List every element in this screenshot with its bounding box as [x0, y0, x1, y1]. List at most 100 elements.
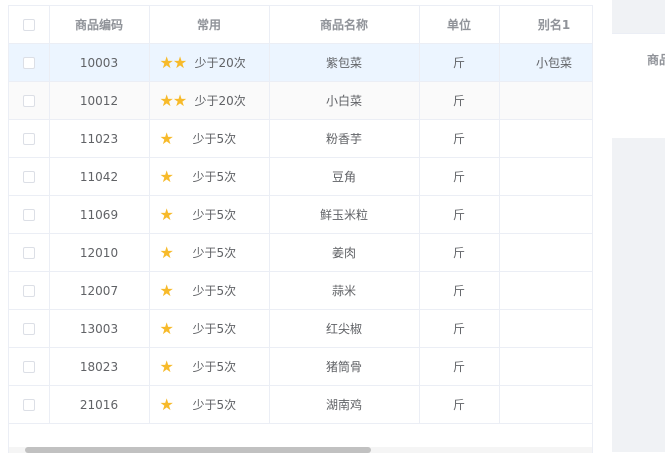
unit-cell: 斤 [419, 82, 499, 120]
star-icon[interactable]: ★ [160, 357, 188, 376]
star-icon[interactable]: ★ [160, 243, 188, 262]
favorite-cell: ★ 少于5次 [149, 234, 269, 272]
star-icon[interactable]: ★ [160, 281, 188, 300]
column-header-unit[interactable]: 单位 [419, 6, 499, 44]
row-checkbox-cell[interactable] [9, 196, 49, 234]
star-icon[interactable]: ★★ [160, 91, 190, 110]
table-row[interactable]: 10012 ★★ 少于20次 小白菜 斤 [9, 82, 593, 120]
row-checkbox-cell[interactable] [9, 272, 49, 310]
star-icon[interactable]: ★ [160, 167, 188, 186]
favorite-cell: ★★ 少于20次 [149, 82, 269, 120]
table-row[interactable]: 11069 ★少于5次 鲜玉米粒 斤 [9, 196, 593, 234]
right-panel-header: 商品 [647, 51, 665, 68]
row-checkbox[interactable] [23, 57, 35, 69]
alias-cell [499, 310, 593, 348]
table-row[interactable]: 11023 ★少于5次 粉香芋 斤 [9, 120, 593, 158]
row-checkbox[interactable] [23, 171, 35, 183]
row-checkbox[interactable] [23, 361, 35, 373]
table-row[interactable]: 18023 ★少于5次 猪筒骨 斤 [9, 348, 593, 386]
frequency-text: 少于5次 [193, 396, 257, 413]
name-cell: 粉香芋 [269, 120, 419, 158]
unit-cell: 斤 [419, 196, 499, 234]
code-cell: 11023 [49, 120, 149, 158]
unit-cell: 斤 [419, 234, 499, 272]
name-cell: 豆角 [269, 158, 419, 196]
name-cell: 蒜米 [269, 272, 419, 310]
favorite-cell: ★少于5次 [149, 272, 269, 310]
column-header-code[interactable]: 商品编码 [49, 6, 149, 44]
unit-cell: 斤 [419, 158, 499, 196]
favorite-cell: ★★ 少于20次 [149, 44, 269, 82]
name-cell: 湖南鸡 [269, 386, 419, 424]
table-row[interactable]: 13003 ★少于5次 红尖椒 斤 [9, 310, 593, 348]
table-row[interactable]: 21016 ★少于5次 湖南鸡 斤 [9, 386, 593, 424]
code-cell: 12010 [49, 234, 149, 272]
select-all-cell[interactable] [9, 6, 49, 44]
row-checkbox-cell[interactable] [9, 120, 49, 158]
unit-cell: 斤 [419, 44, 499, 82]
row-checkbox[interactable] [23, 209, 35, 221]
alias-cell [499, 120, 593, 158]
code-cell: 11069 [49, 196, 149, 234]
row-checkbox[interactable] [23, 133, 35, 145]
table-row[interactable]: 11042 ★ 少于5次 豆角 斤 [9, 158, 593, 196]
favorite-cell: ★少于5次 [149, 120, 269, 158]
star-icon[interactable]: ★ [160, 129, 188, 148]
alias-cell [499, 272, 593, 310]
column-header-favorite[interactable]: 常用 [149, 6, 269, 44]
column-header-alias[interactable]: 别名1 [499, 6, 593, 44]
row-checkbox-cell[interactable] [9, 44, 49, 82]
star-icon[interactable]: ★ [160, 319, 188, 338]
right-panel: 商品 [612, 33, 665, 138]
favorite-cell: ★ 少于5次 [149, 196, 269, 234]
name-cell: 红尖椒 [269, 310, 419, 348]
star-icon[interactable]: ★ [160, 205, 188, 224]
select-all-checkbox[interactable] [23, 19, 35, 31]
frequency-text: 少于20次 [195, 54, 259, 71]
goods-table: 商品编码 常用 商品名称 单位 别名1 10003 ★★ 少于20次 紫包菜 斤 … [8, 5, 593, 453]
row-checkbox-cell[interactable] [9, 310, 49, 348]
code-cell: 21016 [49, 386, 149, 424]
code-cell: 18023 [49, 348, 149, 386]
frequency-text: 少于5次 [193, 358, 257, 375]
row-checkbox[interactable] [23, 323, 35, 335]
frequency-text: 少于5次 [193, 206, 257, 223]
unit-cell: 斤 [419, 272, 499, 310]
row-checkbox[interactable] [23, 247, 35, 259]
name-cell: 姜肉 [269, 234, 419, 272]
code-cell: 10012 [49, 82, 149, 120]
row-checkbox-cell[interactable] [9, 158, 49, 196]
alias-cell: 小包菜 [499, 44, 593, 82]
name-cell: 紫包菜 [269, 44, 419, 82]
favorite-cell: ★ 少于5次 [149, 158, 269, 196]
table-row[interactable]: 10003 ★★ 少于20次 紫包菜 斤 小包菜 [9, 44, 593, 82]
row-checkbox-cell[interactable] [9, 234, 49, 272]
table-row[interactable]: 12007 ★少于5次 蒜米 斤 [9, 272, 593, 310]
favorite-cell: ★ 少于5次 [149, 310, 269, 348]
star-icon[interactable]: ★ [160, 395, 188, 414]
favorite-cell: ★ 少于5次 [149, 386, 269, 424]
unit-cell: 斤 [419, 310, 499, 348]
unit-cell: 斤 [419, 348, 499, 386]
frequency-text: 少于20次 [195, 92, 259, 109]
code-cell: 10003 [49, 44, 149, 82]
row-checkbox-cell[interactable] [9, 386, 49, 424]
row-checkbox-cell[interactable] [9, 82, 49, 120]
name-cell: 小白菜 [269, 82, 419, 120]
star-icon[interactable]: ★★ [160, 53, 190, 72]
horizontal-scrollbar-thumb[interactable] [25, 447, 371, 453]
unit-cell: 斤 [419, 120, 499, 158]
code-cell: 11042 [49, 158, 149, 196]
frequency-text: 少于5次 [193, 244, 257, 261]
row-checkbox[interactable] [23, 399, 35, 411]
alias-cell [499, 82, 593, 120]
horizontal-scrollbar[interactable] [9, 447, 592, 453]
row-checkbox-cell[interactable] [9, 348, 49, 386]
table-row[interactable]: 12010 ★ 少于5次 姜肉 斤 [9, 234, 593, 272]
column-header-name[interactable]: 商品名称 [269, 6, 419, 44]
alias-cell [499, 234, 593, 272]
frequency-text: 少于5次 [193, 320, 257, 337]
row-checkbox[interactable] [23, 285, 35, 297]
row-checkbox[interactable] [23, 95, 35, 107]
frequency-text: 少于5次 [193, 168, 257, 185]
